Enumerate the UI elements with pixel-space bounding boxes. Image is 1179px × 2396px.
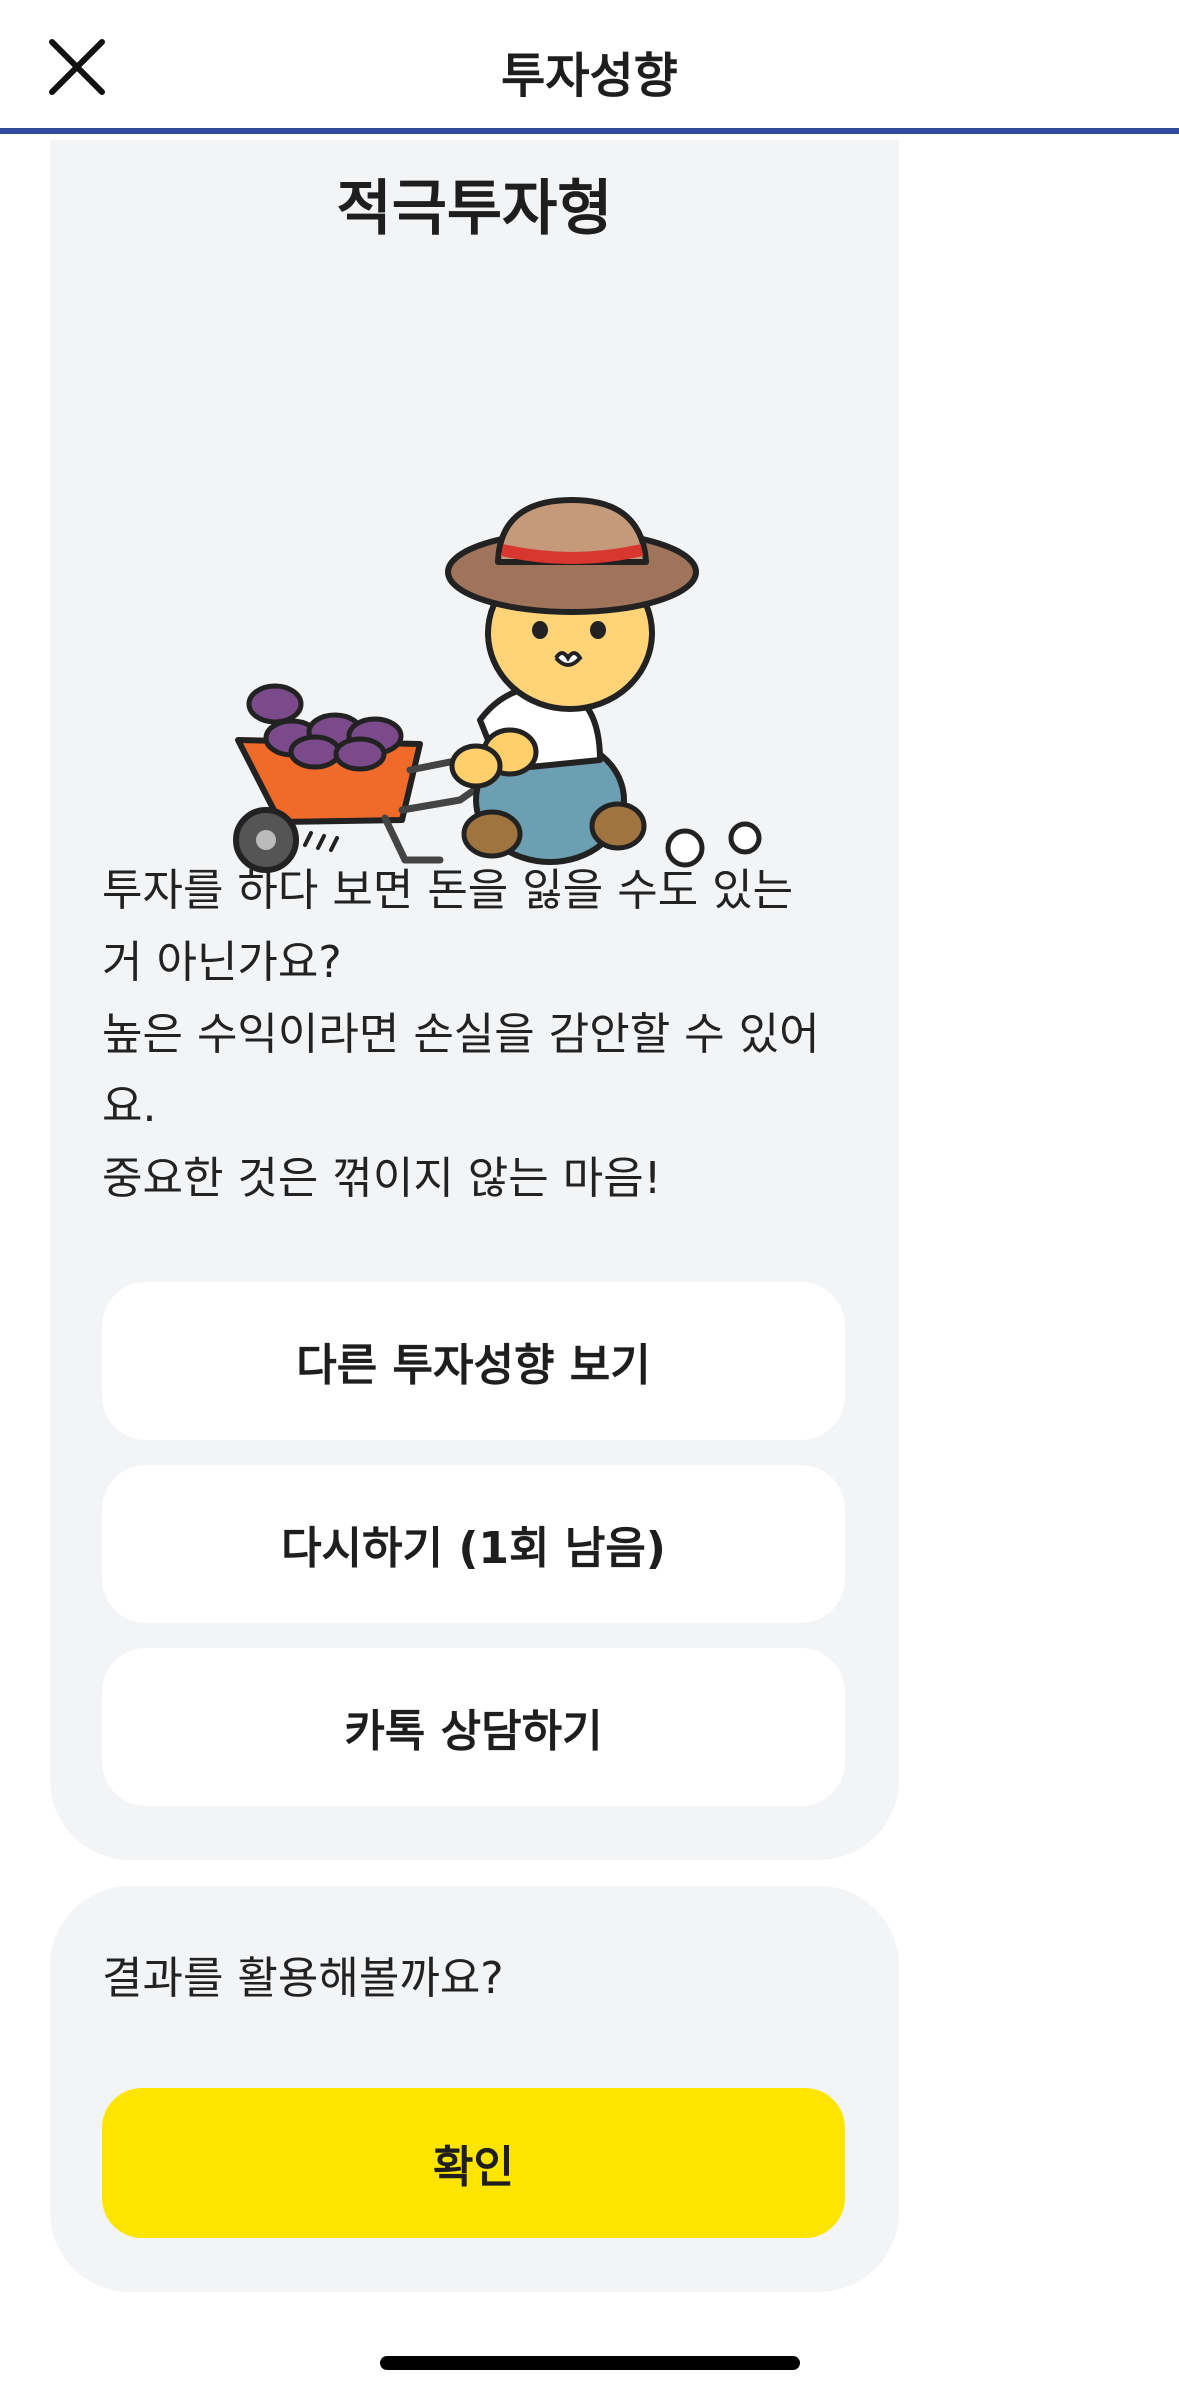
use-result-question: 결과를 활용해볼까요?: [102, 1953, 504, 2004]
confirm-button[interactable]: 확인: [102, 2088, 845, 2238]
other-types-button[interactable]: 다른 투자성향 보기: [102, 1282, 845, 1440]
top-bar: 투자성향: [0, 0, 1179, 134]
use-result-card: 결과를 활용해볼까요? 확인: [50, 1886, 899, 2292]
investment-profile-result-screen: 투자성향 적극투자형 투자를 하다 보면 돈을 잃을 수도 있는 거 아닌가요?…: [0, 0, 1179, 2396]
result-card: 적극투자형 투자를 하다 보면 돈을 잃을 수도 있는 거 아닌가요? 높은 수…: [50, 140, 899, 1860]
kakao-consult-button[interactable]: 카톡 상담하기: [102, 1648, 845, 1806]
page-title: 투자성향: [501, 48, 678, 104]
character-illustration: [180, 340, 820, 900]
investment-type-title: 적극투자형: [336, 174, 613, 244]
retry-button[interactable]: 다시하기 (1회 남음): [102, 1465, 845, 1623]
result-description: 투자를 하다 보면 돈을 잃을 수도 있는 거 아닌가요? 높은 수익이라면 손…: [102, 865, 820, 1204]
home-indicator: [380, 2356, 800, 2370]
